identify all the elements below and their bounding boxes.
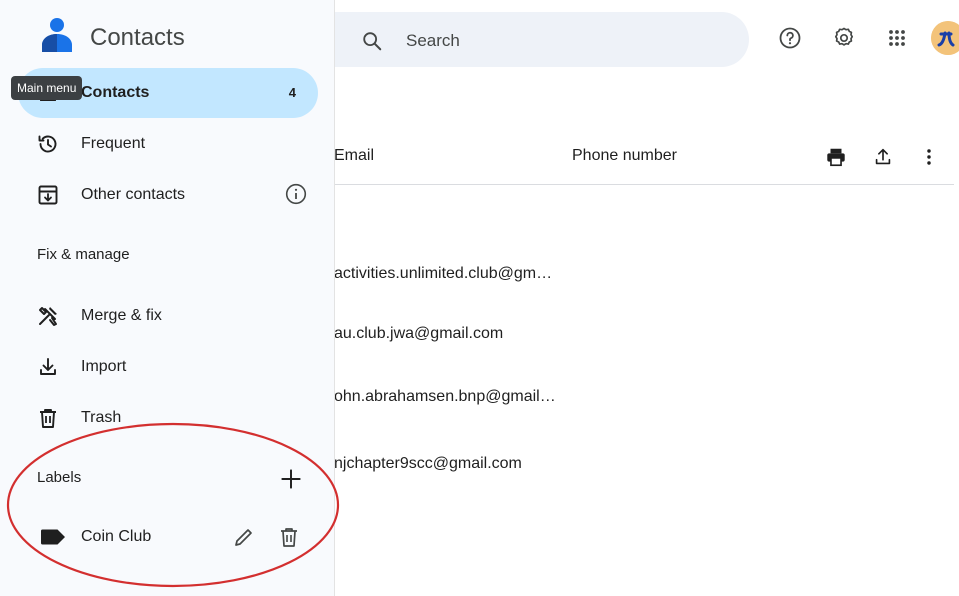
- sidebar-item-label: Import: [81, 358, 127, 375]
- contacts-logo-icon: [42, 18, 72, 52]
- sidebar-item-trash[interactable]: Trash: [18, 393, 318, 443]
- column-header-email[interactable]: Email: [334, 147, 374, 165]
- account-avatar[interactable]: [931, 21, 959, 55]
- print-icon[interactable]: [825, 146, 847, 168]
- sidebar-item-label: Other contacts: [81, 186, 186, 203]
- sidebar-item-other-contacts[interactable]: Other contacts: [18, 170, 318, 220]
- table-row[interactable]: njchapter9scc@gmail.com: [334, 455, 522, 473]
- avatar-monogram-icon: [931, 21, 959, 55]
- merge-fix-tools-icon: [39, 307, 57, 326]
- app-title: Contacts: [90, 24, 185, 51]
- info-icon[interactable]: [284, 182, 308, 206]
- sidebar-item-coin-club[interactable]: Coin Club: [18, 512, 318, 562]
- sidebar-item-label: Coin Club: [81, 528, 152, 545]
- export-icon[interactable]: [872, 146, 894, 168]
- search-icon[interactable]: [361, 30, 383, 52]
- sidebar-item-merge-fix[interactable]: Merge & fix: [18, 291, 318, 341]
- search-input[interactable]: [404, 26, 728, 56]
- download-icon: [40, 358, 56, 375]
- labels-heading: Labels: [37, 469, 82, 486]
- trash-icon: [40, 409, 56, 428]
- add-label-icon[interactable]: [278, 466, 304, 492]
- history-icon: [38, 135, 57, 153]
- sidebar-item-label: Contacts: [81, 84, 150, 101]
- fix-manage-heading: Fix & manage: [37, 246, 130, 263]
- delete-label-icon[interactable]: [277, 525, 301, 549]
- table-row[interactable]: activities.unlimited.club@gm…: [334, 265, 552, 283]
- apps-icon[interactable]: [885, 26, 909, 50]
- main-menu-tooltip: Main menu: [11, 76, 83, 100]
- contacts-count-badge: 4: [288, 85, 296, 100]
- column-header-phone[interactable]: Phone number: [572, 147, 677, 165]
- sidebar-item-label: Trash: [81, 409, 122, 426]
- edit-pencil-icon[interactable]: [232, 525, 256, 549]
- sidebar-item-label: Frequent: [81, 135, 146, 152]
- settings-icon[interactable]: [832, 26, 856, 50]
- label-tag-icon: [41, 529, 65, 545]
- archive-icon: [38, 185, 58, 205]
- search-bar[interactable]: [334, 12, 749, 67]
- table-row[interactable]: au.club.jwa@gmail.com: [334, 325, 503, 343]
- sidebar-item-import[interactable]: Import: [18, 342, 318, 392]
- more-vert-icon[interactable]: [918, 146, 940, 168]
- table-row[interactable]: ohn.abrahamsen.bnp@gmail…: [334, 388, 556, 406]
- sidebar-item-frequent[interactable]: Frequent: [18, 119, 318, 169]
- sidebar-item-label: Merge & fix: [81, 307, 162, 324]
- header-divider: [334, 184, 954, 185]
- help-icon[interactable]: [778, 26, 802, 50]
